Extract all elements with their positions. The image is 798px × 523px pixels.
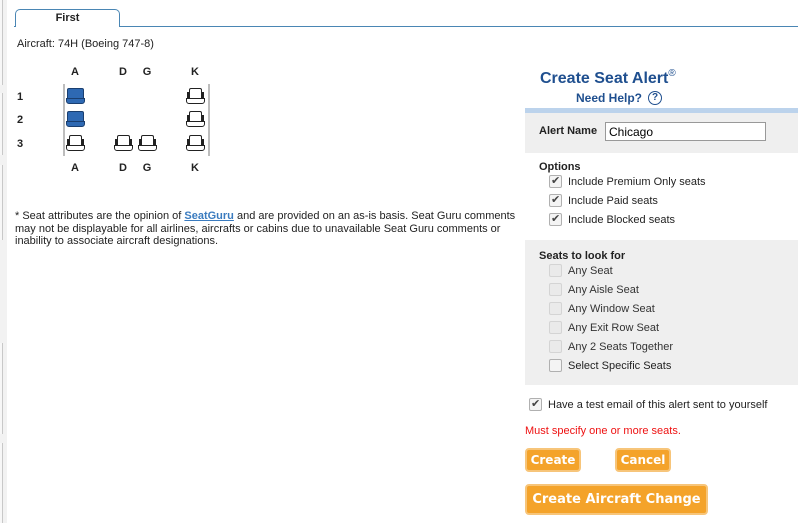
seat-option-label: Any Exit Row Seat — [568, 321, 660, 334]
gutter-segment — [0, 93, 3, 155]
help-link[interactable]: Need Help? ? — [576, 91, 663, 105]
seat-option-window[interactable]: Any Window Seat — [549, 302, 655, 315]
seat-3K[interactable] — [186, 135, 205, 151]
gutter-segment — [0, 165, 3, 240]
option-blocked[interactable]: Include Blocked seats — [549, 212, 676, 226]
test-email-label: Have a test email of this alert sent to … — [548, 398, 768, 411]
seat-option-label: Any 2 Seats Together — [568, 340, 673, 353]
aircraft-label: Aircraft: 74H (Boeing 747-8) — [17, 38, 154, 50]
checkbox[interactable] — [529, 397, 542, 411]
cabin-wall-right — [208, 84, 210, 156]
help-text[interactable]: Need Help? — [576, 91, 642, 105]
checkbox[interactable] — [549, 283, 562, 296]
checkbox[interactable] — [549, 321, 562, 334]
checkbox[interactable] — [549, 340, 562, 353]
row-label: 3 — [17, 138, 24, 150]
checkbox[interactable] — [549, 264, 562, 277]
option-label: Include Paid seats — [568, 194, 658, 207]
column-label: K — [191, 66, 199, 78]
alert-name-label: Alert Name — [539, 125, 598, 137]
seats-title: Seats to look for — [539, 250, 626, 262]
seat-option-specific[interactable]: Select Specific Seats — [549, 359, 671, 372]
seat-option-label: Any Window Seat — [568, 302, 655, 315]
seat-option-label: Select Specific Seats — [568, 359, 672, 372]
row-label: 1 — [17, 91, 24, 103]
seat-2A[interactable] — [66, 111, 85, 127]
tab-first[interactable]: First — [15, 9, 120, 27]
option-premium-only[interactable]: Include Premium Only seats — [549, 174, 706, 188]
create-button[interactable]: Create — [525, 448, 581, 472]
disclaimer-prefix: * Seat attributes are the opinion of — [15, 210, 185, 222]
option-label: Include Premium Only seats — [568, 175, 706, 188]
column-label: D — [119, 66, 127, 78]
column-label: G — [142, 162, 152, 174]
alert-name-input[interactable] — [605, 122, 766, 141]
create-aircraft-change-alert-button[interactable]: Create Aircraft Change Alert — [525, 484, 708, 523]
cancel-button[interactable]: Cancel — [615, 448, 671, 472]
gutter-segment — [0, 343, 3, 434]
panel-title: Create Seat Alert® — [540, 68, 676, 88]
checkbox[interactable] — [549, 212, 562, 226]
option-paid[interactable]: Include Paid seats — [549, 193, 658, 207]
seatguru-disclaimer: * Seat attributes are the opinion of Sea… — [15, 210, 520, 248]
seat-option-exit-row[interactable]: Any Exit Row Seat — [549, 321, 659, 334]
column-label: A — [71, 162, 79, 174]
seat-option-label: Any Seat — [568, 264, 613, 277]
cabin-wall-left — [63, 84, 65, 156]
seatguru-link[interactable]: SeatGuru — [184, 210, 234, 222]
gutter-segment — [0, 0, 3, 85]
checkbox[interactable] — [549, 174, 562, 188]
column-label: D — [119, 162, 127, 174]
seat-option-two-together[interactable]: Any 2 Seats Together — [549, 340, 673, 353]
help-icon[interactable]: ? — [648, 91, 663, 105]
seat-1A[interactable] — [66, 88, 85, 104]
seat-option-label: Any Aisle Seat — [568, 283, 639, 296]
seat-option-aisle[interactable]: Any Aisle Seat — [549, 283, 639, 296]
seat-3G[interactable] — [138, 135, 157, 151]
checkbox[interactable] — [549, 302, 562, 315]
option-label: Include Blocked seats — [568, 213, 676, 226]
seat-2K[interactable] — [186, 111, 205, 127]
checkbox[interactable] — [549, 359, 562, 372]
registered-mark: ® — [668, 68, 676, 79]
column-label: A — [71, 66, 79, 78]
panel-title-text: Create Seat Alert — [540, 70, 669, 87]
test-email-option[interactable]: Have a test email of this alert sent to … — [529, 397, 768, 411]
error-message: Must specify one or more seats. — [525, 425, 681, 437]
row-label: 2 — [17, 114, 24, 126]
left-gutter — [0, 0, 7, 523]
gutter-segment — [0, 443, 3, 523]
seat-1K[interactable] — [186, 88, 205, 104]
seat-option-any[interactable]: Any Seat — [549, 264, 613, 277]
column-label: K — [191, 162, 199, 174]
seat-3A[interactable] — [66, 135, 85, 151]
column-label: G — [142, 66, 152, 78]
tab-underline — [14, 26, 798, 27]
seat-3D[interactable] — [114, 135, 133, 151]
options-title: Options — [539, 161, 581, 173]
checkbox[interactable] — [549, 193, 562, 207]
